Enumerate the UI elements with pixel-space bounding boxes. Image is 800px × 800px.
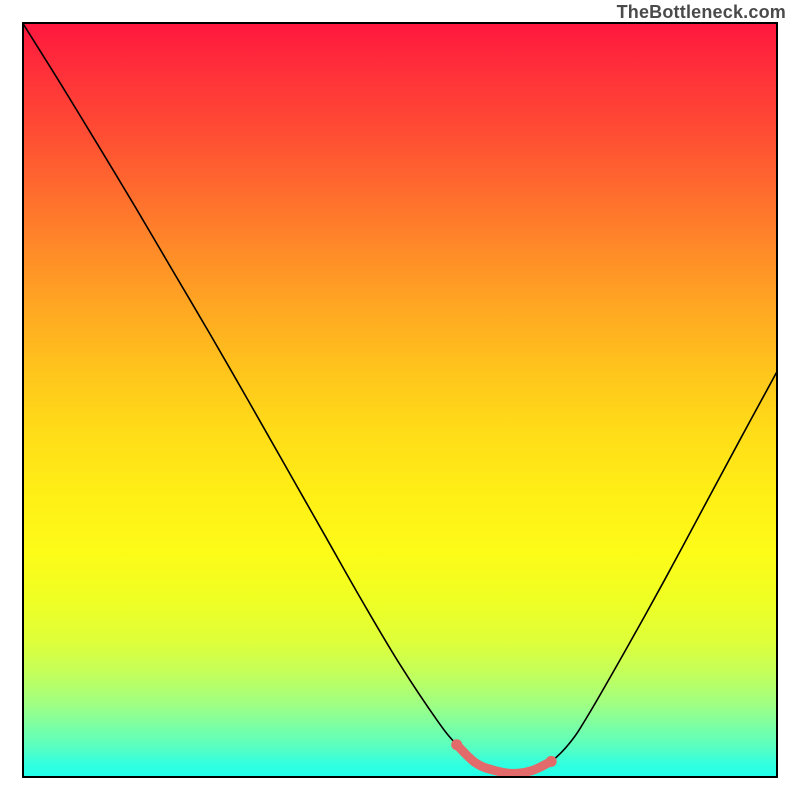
- highlight-end-dot: [546, 756, 557, 767]
- plot-area: [22, 22, 778, 778]
- highlight-start-dot: [451, 739, 462, 750]
- curve-path: [22, 22, 778, 773]
- highlight-segment: [457, 745, 552, 774]
- attribution-label: TheBottleneck.com: [617, 2, 786, 23]
- bottleneck-curve: [22, 22, 778, 778]
- chart-frame: TheBottleneck.com: [0, 0, 800, 800]
